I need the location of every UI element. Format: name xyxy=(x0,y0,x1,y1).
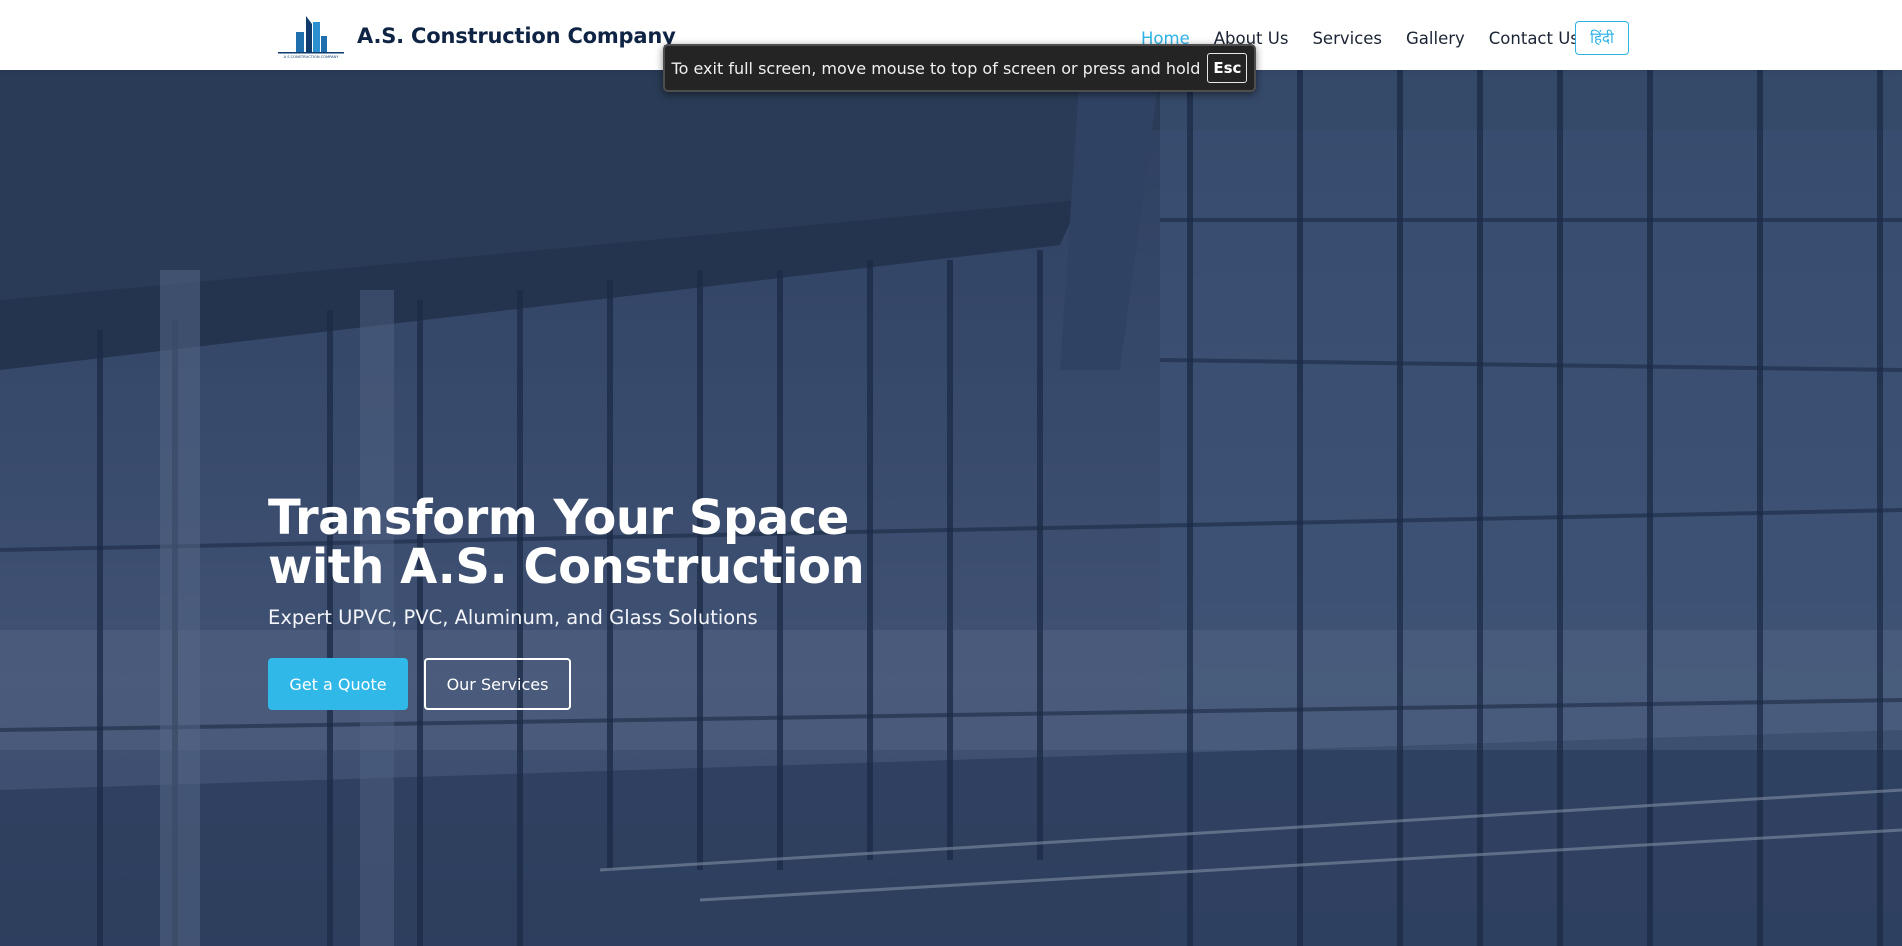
brand[interactable]: A S CONSTRUCTION COMPANY A.S. Constructi… xyxy=(276,12,676,60)
company-logo[interactable]: A S CONSTRUCTION COMPANY xyxy=(276,12,346,60)
esc-key-hint: Esc xyxy=(1207,53,1248,83)
nav-link-services[interactable]: Services xyxy=(1312,29,1382,48)
language-toggle-button[interactable]: हिंदी xyxy=(1575,21,1629,55)
nav-link-gallery[interactable]: Gallery xyxy=(1406,29,1465,48)
nav-link-contact-us[interactable]: Contact Us xyxy=(1489,29,1579,48)
fullscreen-notice-text: To exit full screen, move mouse to top o… xyxy=(671,58,1201,78)
fullscreen-exit-notice: To exit full screen, move mouse to top o… xyxy=(663,44,1256,92)
brand-name[interactable]: A.S. Construction Company xyxy=(357,24,676,48)
hero-buttons: Get a Quote Our Services xyxy=(268,658,888,710)
get-a-quote-button[interactable]: Get a Quote xyxy=(268,658,408,710)
hero-section: Transform Your Space with A.S. Construct… xyxy=(0,70,1902,946)
hero-title: Transform Your Space with A.S. Construct… xyxy=(268,494,888,592)
hero-title-line2: with A.S. Construction xyxy=(268,539,865,595)
hero-content: Transform Your Space with A.S. Construct… xyxy=(268,494,888,710)
logo-tagline: A S CONSTRUCTION COMPANY xyxy=(284,55,340,59)
our-services-button[interactable]: Our Services xyxy=(424,658,571,710)
hero-title-line1: Transform Your Space xyxy=(268,490,849,546)
hero-subtitle: Expert UPVC, PVC, Aluminum, and Glass So… xyxy=(268,606,758,629)
